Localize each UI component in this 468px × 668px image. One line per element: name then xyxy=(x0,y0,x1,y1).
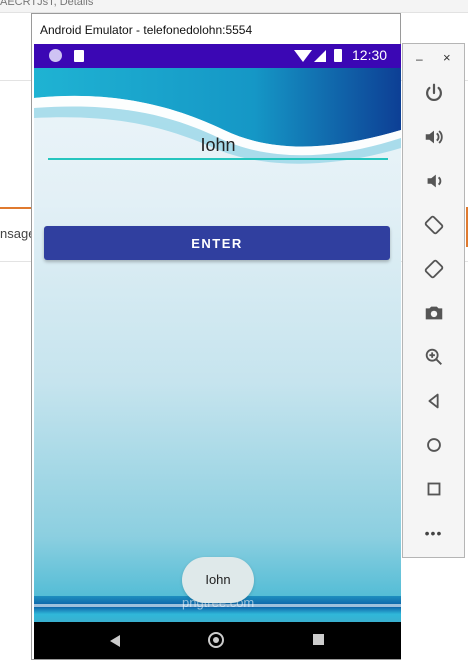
back-control-icon[interactable] xyxy=(403,390,464,417)
volume-down-icon[interactable] xyxy=(403,170,464,197)
navigation-bar xyxy=(34,622,401,659)
name-field[interactable] xyxy=(48,128,388,162)
signal-icon xyxy=(314,50,326,62)
status-bar: 12:30 xyxy=(34,44,401,68)
home-icon[interactable] xyxy=(208,632,224,648)
device-screen[interactable]: 12:30 ENTER pngtree.com Iohn xyxy=(34,44,401,659)
home-control-icon[interactable] xyxy=(403,434,464,461)
rotate-right-icon[interactable] xyxy=(403,258,464,285)
close-button[interactable]: × xyxy=(443,50,451,65)
enter-button[interactable]: ENTER xyxy=(44,226,390,260)
emulator-controls-panel: – × ••• xyxy=(402,43,465,558)
background-app-header: AECRTJsT, Details xyxy=(0,0,468,13)
emulator-window: Android Emulator - telefonedolohn:5554 1… xyxy=(31,13,401,660)
window-title: Android Emulator - telefonedolohn:5554 xyxy=(40,23,253,37)
power-icon[interactable] xyxy=(403,82,464,109)
volume-up-icon[interactable] xyxy=(403,126,464,153)
toast-message: Iohn xyxy=(182,557,254,603)
rotate-left-icon[interactable] xyxy=(403,214,464,241)
wifi-icon xyxy=(294,50,312,62)
background-accent-line xyxy=(0,207,34,209)
back-icon[interactable] xyxy=(110,635,120,647)
minimize-button[interactable]: – xyxy=(416,52,423,66)
camera-icon[interactable] xyxy=(403,302,464,329)
status-clock: 12:30 xyxy=(352,47,388,63)
overview-control-icon[interactable] xyxy=(403,478,464,505)
more-icon[interactable]: ••• xyxy=(403,522,464,544)
background-app-title: AECRTJsT, Details xyxy=(0,0,94,8)
name-input[interactable] xyxy=(48,128,388,160)
battery-icon xyxy=(334,49,342,62)
recent-apps-icon[interactable] xyxy=(313,634,324,645)
notification-dot-icon xyxy=(49,49,62,62)
zoom-icon[interactable] xyxy=(403,346,464,373)
sd-card-icon xyxy=(74,50,84,62)
